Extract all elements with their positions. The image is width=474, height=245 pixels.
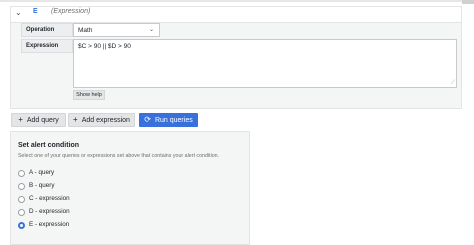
show-help-button[interactable]: Show help: [73, 90, 105, 100]
top-divider: [0, 0, 474, 2]
add-query-button[interactable]: + Add query: [11, 113, 66, 127]
chevron-down-icon[interactable]: ⌄: [15, 8, 22, 17]
operation-value: Math: [78, 27, 93, 34]
expression-editor-panel: ⌄ E (Expression) Operation Math ⌄ Expres…: [10, 6, 462, 109]
radio-icon[interactable]: [18, 183, 25, 190]
radio-icon[interactable]: [18, 209, 25, 216]
expression-label: Expression: [21, 39, 73, 53]
expression-input[interactable]: $C > 90 || $D > 90 ⟋: [73, 39, 457, 88]
alert-condition-description: Select one of your queries or expression…: [18, 153, 220, 159]
alert-condition-panel: Set alert condition Select one of your q…: [10, 131, 250, 245]
operation-label: Operation: [21, 23, 73, 37]
expression-value: $C > 90 || $D > 90: [78, 43, 131, 50]
refresh-icon: ⟳: [144, 115, 151, 124]
plus-icon: +: [73, 115, 78, 124]
radio-icon[interactable]: [18, 196, 25, 203]
add-expression-button[interactable]: + Add expression: [68, 113, 135, 127]
resize-handle-icon[interactable]: ⟋: [451, 80, 455, 87]
query-header[interactable]: ⌄ E (Expression): [11, 7, 461, 23]
chevron-down-icon: ⌄: [148, 27, 154, 33]
scrollbar-thumb[interactable]: [462, 0, 474, 4]
radio-selected-icon[interactable]: [18, 222, 25, 229]
radio-icon[interactable]: [18, 170, 25, 177]
run-queries-button[interactable]: ⟳ Run queries: [139, 113, 198, 127]
alert-condition-title: Set alert condition: [18, 142, 80, 149]
query-name[interactable]: E: [33, 8, 38, 15]
operation-select[interactable]: Math ⌄: [73, 23, 160, 37]
query-type-label: (Expression): [51, 8, 91, 15]
plus-icon: +: [18, 115, 23, 124]
